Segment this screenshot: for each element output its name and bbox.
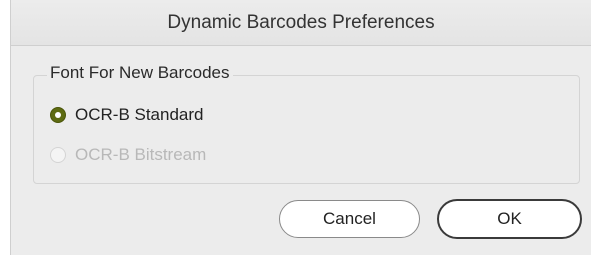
preferences-dialog: Dynamic Barcodes Preferences Font For Ne… [10, 0, 591, 255]
font-group-title: Font For New Barcodes [47, 63, 233, 83]
window-title: Dynamic Barcodes Preferences [167, 12, 435, 33]
radio-option-ocrb-bitstream: OCR-B Bitstream [50, 144, 206, 166]
radio-disabled-icon [50, 147, 66, 163]
cancel-button[interactable]: Cancel [279, 200, 420, 238]
title-bar: Dynamic Barcodes Preferences [11, 0, 591, 46]
radio-selected-icon[interactable] [50, 107, 66, 123]
ok-button[interactable]: OK [437, 199, 582, 239]
radio-label-ocrb-standard: OCR-B Standard [75, 105, 204, 124]
radio-option-ocrb-standard[interactable]: OCR-B Standard [50, 104, 204, 126]
radio-label-ocrb-bitstream: OCR-B Bitstream [75, 145, 207, 164]
font-group-box [33, 75, 580, 184]
